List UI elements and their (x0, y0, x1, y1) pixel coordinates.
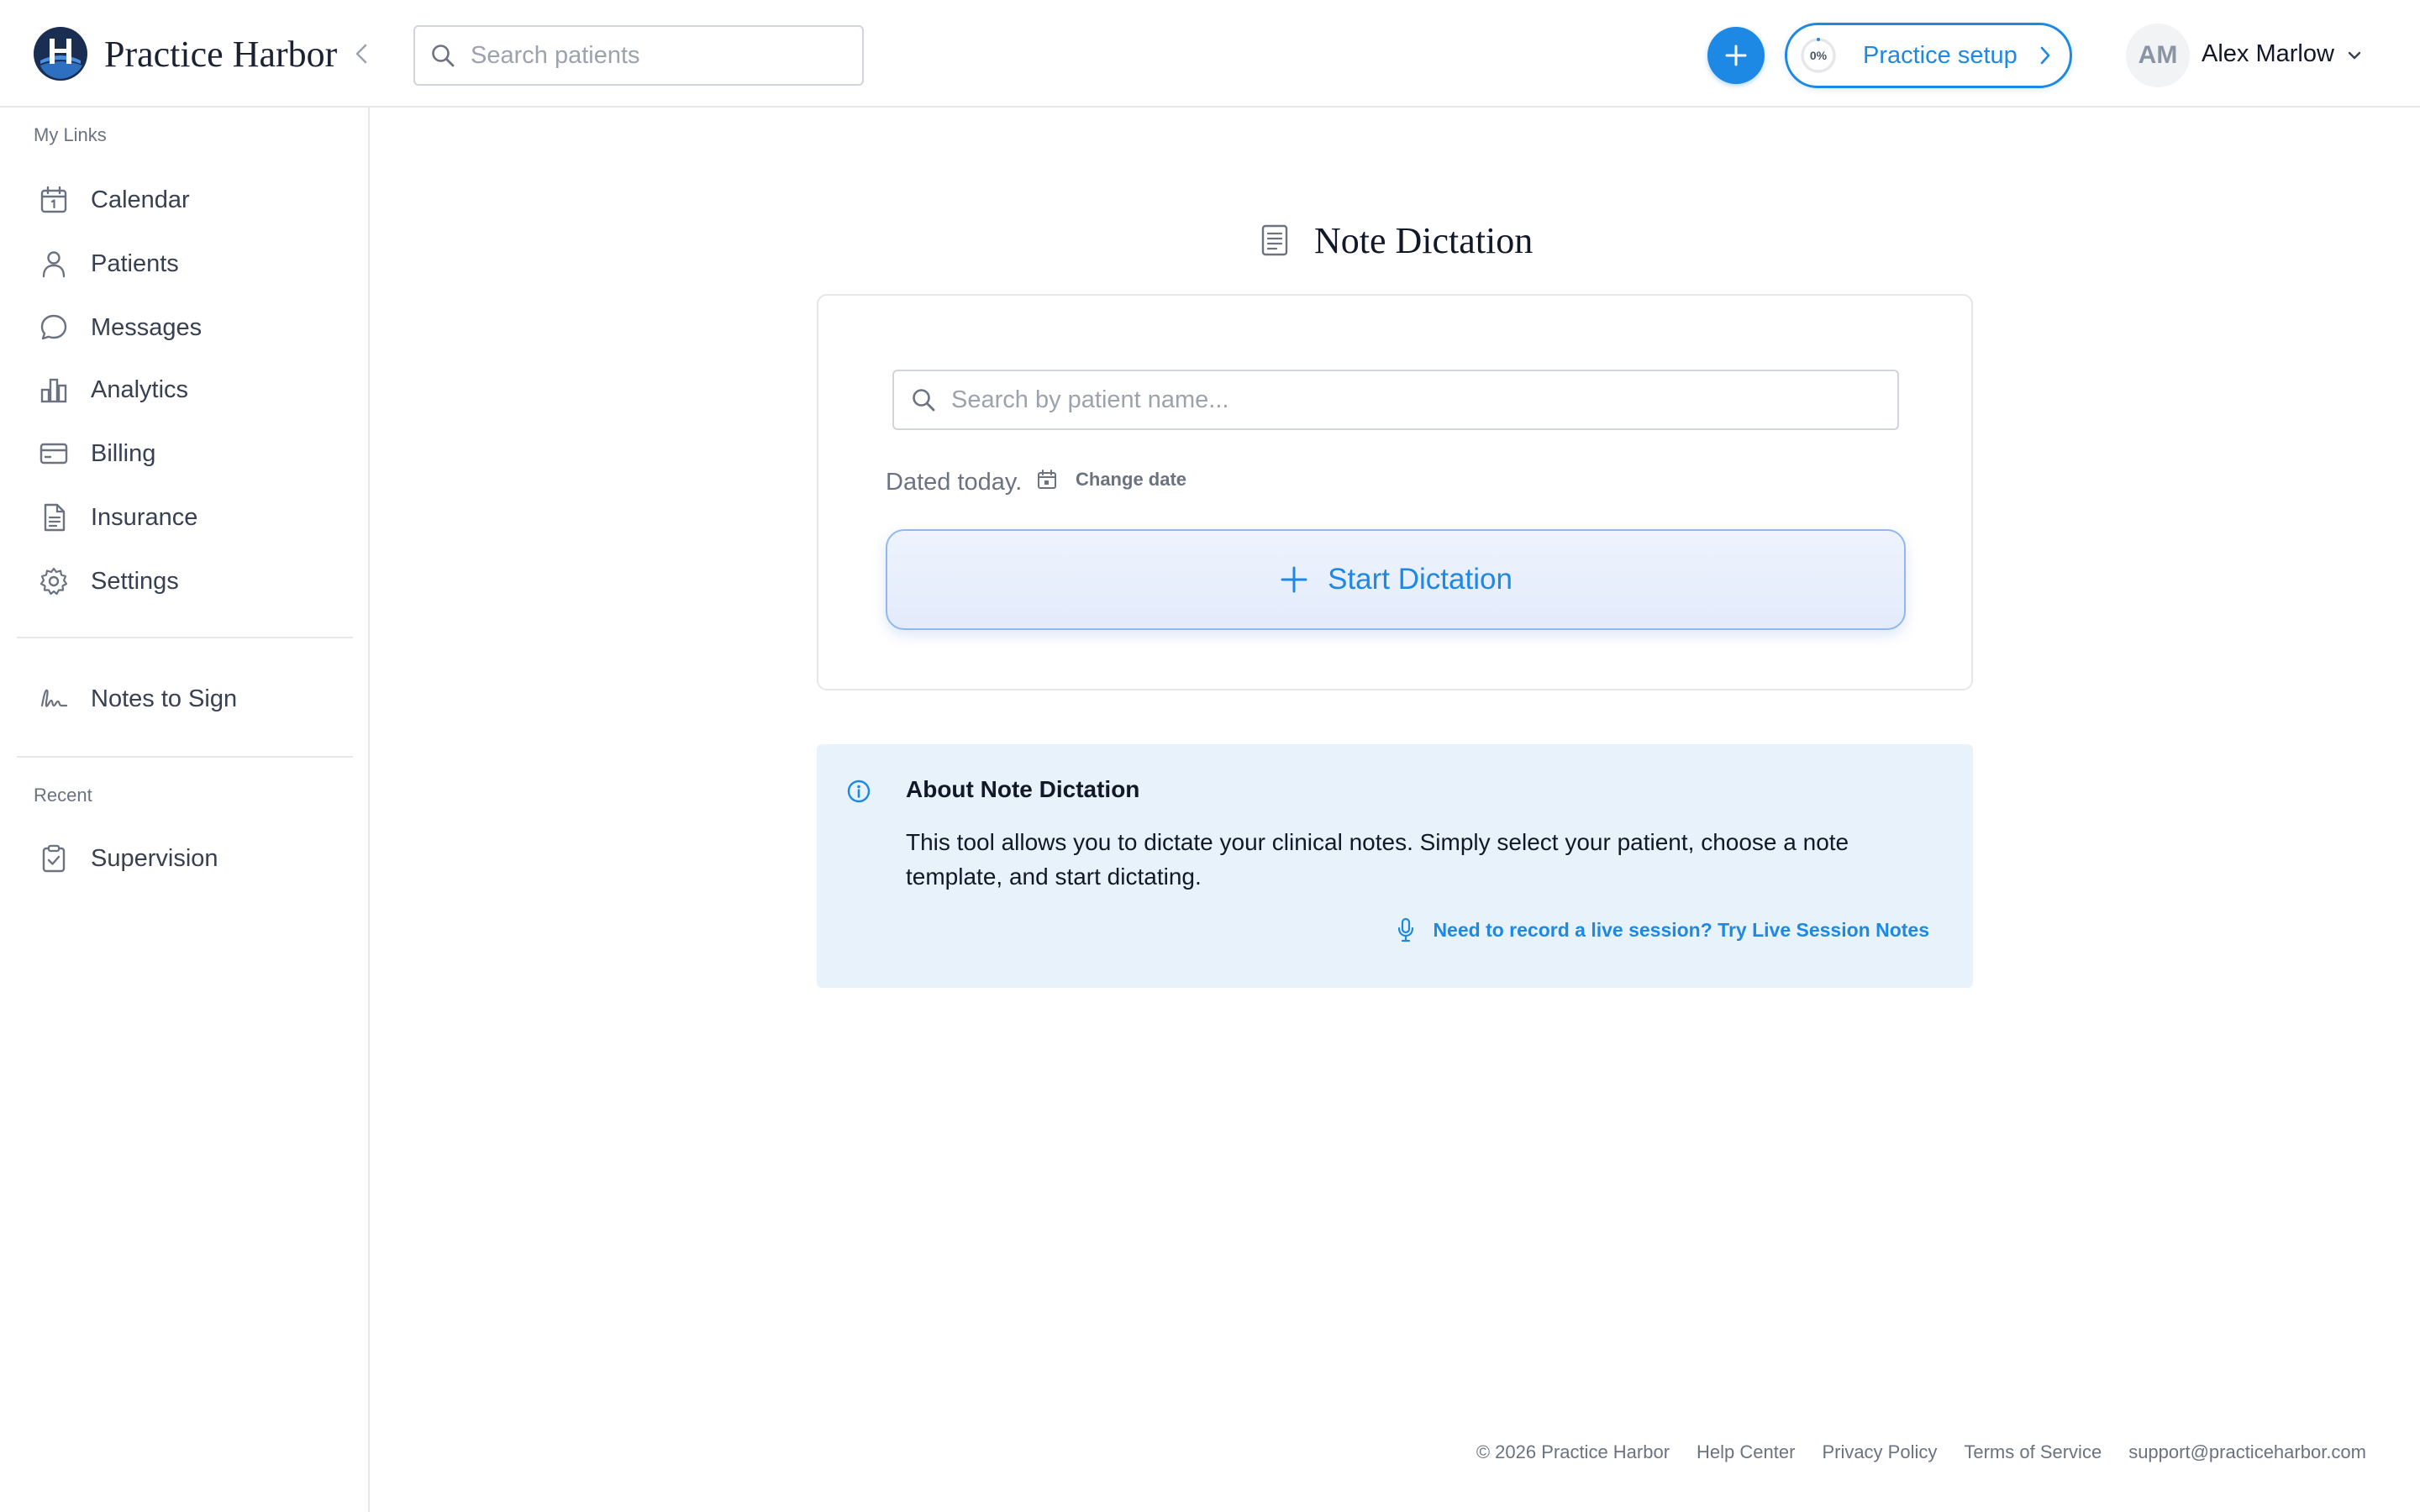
sidebar-item-notes-to-sign[interactable]: Notes to Sign (17, 672, 353, 726)
practice-setup-label: Practice setup (1863, 41, 2018, 69)
setup-progress-value: 0% (1809, 49, 1828, 62)
signature-icon (40, 689, 68, 707)
brand-name: Practice Harbor (104, 34, 338, 75)
change-date-label: Change date (1076, 469, 1187, 490)
practice-setup-button[interactable]: 0% Practice setup (1785, 23, 2072, 88)
info-icon (847, 780, 871, 803)
info-body: This tool allows you to dictate your cli… (906, 829, 1849, 890)
user-name[interactable]: Alex Marlow (2202, 40, 2334, 68)
chevron-down-icon (2348, 51, 2361, 60)
search-patients-input[interactable] (471, 41, 840, 70)
footer-copyright: © 2026 Practice Harbor (1476, 1441, 1670, 1462)
calendar-icon (1038, 470, 1056, 489)
sidebar-divider (17, 756, 353, 758)
chevron-right-icon (2040, 46, 2050, 65)
user-avatar[interactable]: AM (2126, 24, 2190, 87)
page-title: Note Dictation (1314, 219, 1534, 261)
chevron-left-icon (355, 44, 367, 64)
user-menu-toggle[interactable] (2344, 47, 2365, 64)
patient-name-search[interactable] (892, 370, 1899, 430)
document-icon (44, 503, 66, 532)
about-note-dictation-box: About Note Dictation This tool allows yo… (817, 744, 1973, 988)
footer-privacy-policy-link[interactable]: Privacy Policy (1822, 1441, 1937, 1463)
note-document-icon (1261, 224, 1288, 256)
setup-progress-ring: 0% (1799, 36, 1838, 75)
dictation-card: Dated today. Change date Start Dictation (817, 294, 1973, 690)
sidebar-item-label: Notes to Sign (91, 685, 238, 712)
search-icon (913, 389, 935, 412)
bar-chart-icon (40, 378, 67, 403)
sidebar: My Links Calendar Patients Messages Anal… (0, 108, 370, 1512)
person-icon (42, 251, 66, 278)
sidebar-item-label: Messages (91, 313, 203, 341)
microphone-icon (1398, 917, 1414, 942)
info-title: About Note Dictation (906, 776, 1140, 802)
sidebar-item-label: Analytics (91, 375, 189, 403)
sidebar-item-label: Calendar (91, 186, 190, 213)
top-bar: Practice Harbor 0% Practice setup AM Ale… (0, 0, 2420, 108)
plus-icon (1725, 45, 1747, 66)
sidebar-divider (17, 637, 353, 638)
footer-support-email-link[interactable]: support@practiceharbor.com (2128, 1441, 2366, 1463)
footer-help-center-link[interactable]: Help Center (1697, 1441, 1795, 1463)
search-icon (432, 45, 455, 67)
footer: © 2026 Practice Harbor Help Center Priva… (1476, 1441, 2366, 1463)
practice-harbor-logo[interactable] (34, 27, 87, 81)
calendar-icon (40, 186, 67, 213)
patient-search-bar[interactable] (413, 25, 864, 86)
live-session-notes-label: Need to record a live session? Try Live … (1433, 918, 1929, 941)
sidebar-item-calendar[interactable]: Calendar (17, 173, 353, 227)
plus-icon (1281, 566, 1307, 593)
chat-bubble-icon (40, 314, 67, 340)
clipboard-check-icon (42, 844, 66, 873)
sidebar-item-settings[interactable]: Settings (17, 554, 353, 608)
sidebar-item-insurance[interactable]: Insurance (17, 491, 353, 544)
sidebar-item-patients[interactable]: Patients (17, 237, 353, 291)
change-date-button[interactable]: Change date (1037, 469, 1186, 491)
sidebar-item-label: Insurance (91, 503, 198, 531)
dated-text: Dated today. (886, 469, 1023, 496)
gear-icon (39, 567, 68, 596)
credit-card-icon (39, 443, 68, 465)
sidebar-item-label: Billing (91, 439, 156, 467)
sidebar-item-billing[interactable]: Billing (17, 427, 353, 480)
quick-add-button[interactable] (1707, 27, 1765, 84)
sidebar-item-analytics[interactable]: Analytics (17, 363, 353, 417)
sidebar-item-label: Settings (91, 567, 179, 595)
sidebar-item-messages[interactable]: Messages (17, 301, 353, 354)
my-links-heading: My Links (34, 124, 107, 145)
live-session-notes-link[interactable]: Need to record a live session? Try Live … (1396, 917, 1929, 942)
sidebar-item-label: Patients (91, 249, 179, 277)
footer-terms-of-service-link[interactable]: Terms of Service (1964, 1441, 2102, 1463)
recent-heading: Recent (34, 785, 92, 806)
collapse-sidebar-button[interactable] (346, 39, 376, 69)
start-dictation-button[interactable]: Start Dictation (886, 529, 1906, 630)
patient-name-input[interactable] (951, 386, 1876, 414)
start-dictation-label: Start Dictation (1328, 563, 1512, 596)
page-header: Note Dictation (1260, 217, 1533, 264)
sidebar-item-label: Supervision (91, 844, 218, 872)
sidebar-item-supervision[interactable]: Supervision (17, 832, 353, 885)
